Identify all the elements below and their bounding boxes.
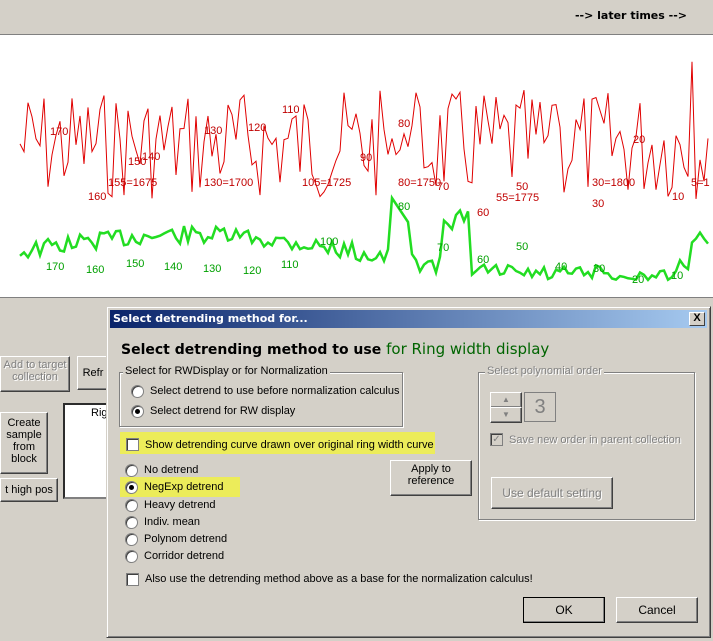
- method-label-polynom[interactable]: Polynom detrend: [144, 533, 227, 545]
- cancel-button[interactable]: Cancel: [616, 597, 698, 623]
- red-tick-label: 170: [50, 126, 68, 138]
- poly-down-button[interactable]: ▼: [490, 407, 522, 423]
- red-tick-label: 55=1775: [496, 192, 539, 204]
- green-tick-label: 150: [126, 258, 144, 270]
- ok-button[interactable]: OK: [523, 597, 605, 623]
- method-label-corridor[interactable]: Corridor detrend: [144, 550, 224, 562]
- later-times-label: --> later times -->: [574, 9, 687, 22]
- dialog-heading: Select detrending method to use for Ring…: [121, 340, 549, 358]
- red-tick-label: 155=1675: [108, 177, 157, 189]
- red-tick-label: 130=1700: [204, 177, 253, 189]
- red-tick-label: 20: [633, 134, 645, 146]
- red-tick-label: 90: [360, 152, 372, 164]
- red-tick-label: 70: [437, 181, 449, 193]
- green-tick-label: 140: [164, 261, 182, 273]
- green-tick-label: 160: [86, 264, 104, 276]
- red-tick-label: 120: [248, 122, 266, 134]
- add-to-target-button[interactable]: Add to target collection: [0, 356, 70, 392]
- before-norm-label[interactable]: Select detrend to use before normalizati…: [150, 385, 399, 397]
- dialog-titlebar: Select detrending method for... X: [110, 310, 707, 328]
- green-tick-label: 10: [671, 270, 683, 282]
- red-tick-label: 30=1800: [592, 177, 635, 189]
- heading-main: Select detrending method to use: [121, 342, 382, 358]
- green-tick-label: 170: [46, 261, 64, 273]
- green-tick-label: 50: [516, 241, 528, 253]
- green-tick-label: 110: [281, 259, 299, 271]
- method-label-no-detrend[interactable]: No detrend: [144, 464, 198, 476]
- select-for-legend: Select for RWDisplay or for Normalizatio…: [123, 365, 330, 377]
- also-use-label[interactable]: Also use the detrending method above as …: [145, 573, 533, 585]
- method-radio-polynom[interactable]: [125, 533, 138, 546]
- red-tick-label: 160: [88, 191, 106, 203]
- red-tick-label: 105=1725: [302, 177, 351, 189]
- rw-display-label[interactable]: Select detrend for RW display: [150, 405, 295, 417]
- method-radio-heavy[interactable]: [125, 499, 138, 512]
- green-tick-label: 40: [555, 261, 567, 273]
- poly-order-value[interactable]: 3: [524, 392, 556, 422]
- green-tick-label: 60: [477, 254, 489, 266]
- before-norm-radio[interactable]: [131, 385, 144, 398]
- red-tick-label: 140: [142, 151, 160, 163]
- green-tick-label: 130: [203, 263, 221, 275]
- poly-up-button[interactable]: ▲: [490, 392, 522, 408]
- red-tick-label: 30: [592, 198, 604, 210]
- red-tick-label: 130: [204, 125, 222, 137]
- method-label-indiv-mean[interactable]: Indiv. mean: [144, 516, 200, 528]
- green-tick-label: 120: [243, 265, 261, 277]
- save-order-checkbox[interactable]: ✓: [490, 433, 503, 446]
- show-curve-label[interactable]: Show detrending curve drawn over origina…: [145, 439, 434, 451]
- chart-header: --> later times -->: [0, 0, 713, 34]
- refresh-button[interactable]: Refr: [77, 356, 109, 390]
- method-radio-indiv-mean[interactable]: [125, 516, 138, 529]
- method-radio-no-detrend[interactable]: [125, 464, 138, 477]
- select-for-group: [119, 372, 403, 427]
- green-tick-label: 70: [437, 242, 449, 254]
- green-tick-label: 100: [320, 236, 338, 248]
- green-tick-label: 80: [398, 201, 410, 213]
- method-radio-negexp[interactable]: [125, 481, 138, 494]
- also-use-checkbox[interactable]: [126, 573, 139, 586]
- rw-display-radio[interactable]: [131, 405, 144, 418]
- create-sample-button[interactable]: Create sample from block: [0, 412, 48, 474]
- detrend-dialog: Select detrending method for... X Select…: [106, 306, 711, 638]
- red-tick-label: 80: [398, 118, 410, 130]
- red-tick-label: 10: [672, 191, 684, 203]
- dialog-title: Select detrending method for...: [113, 312, 308, 325]
- red-tick-label: 5=1: [691, 177, 710, 189]
- ring-width-chart: 170150140130 120110160155=1675 130=1700 105…: [0, 34, 713, 298]
- method-label-negexp[interactable]: NegExp detrend: [144, 481, 224, 493]
- red-tick-label: 60: [477, 207, 489, 219]
- use-default-button[interactable]: Use default setting: [491, 477, 613, 509]
- polynomial-legend: Select polynomial order: [485, 365, 604, 377]
- method-radio-corridor[interactable]: [125, 550, 138, 563]
- show-curve-checkbox[interactable]: [126, 438, 139, 451]
- green-tick-label: 20: [632, 274, 644, 286]
- method-label-heavy[interactable]: Heavy detrend: [144, 499, 216, 511]
- heading-target: for Ring width display: [386, 340, 550, 358]
- red-tick-label: 80=1750: [398, 177, 441, 189]
- save-order-label: Save new order in parent collection: [509, 434, 681, 446]
- high-pos-button[interactable]: t high pos: [0, 478, 58, 502]
- green-tick-label: 30: [593, 263, 605, 275]
- red-tick-label: 110: [282, 104, 300, 116]
- close-button[interactable]: X: [689, 312, 705, 326]
- apply-to-reference-button[interactable]: Apply to reference: [390, 460, 472, 496]
